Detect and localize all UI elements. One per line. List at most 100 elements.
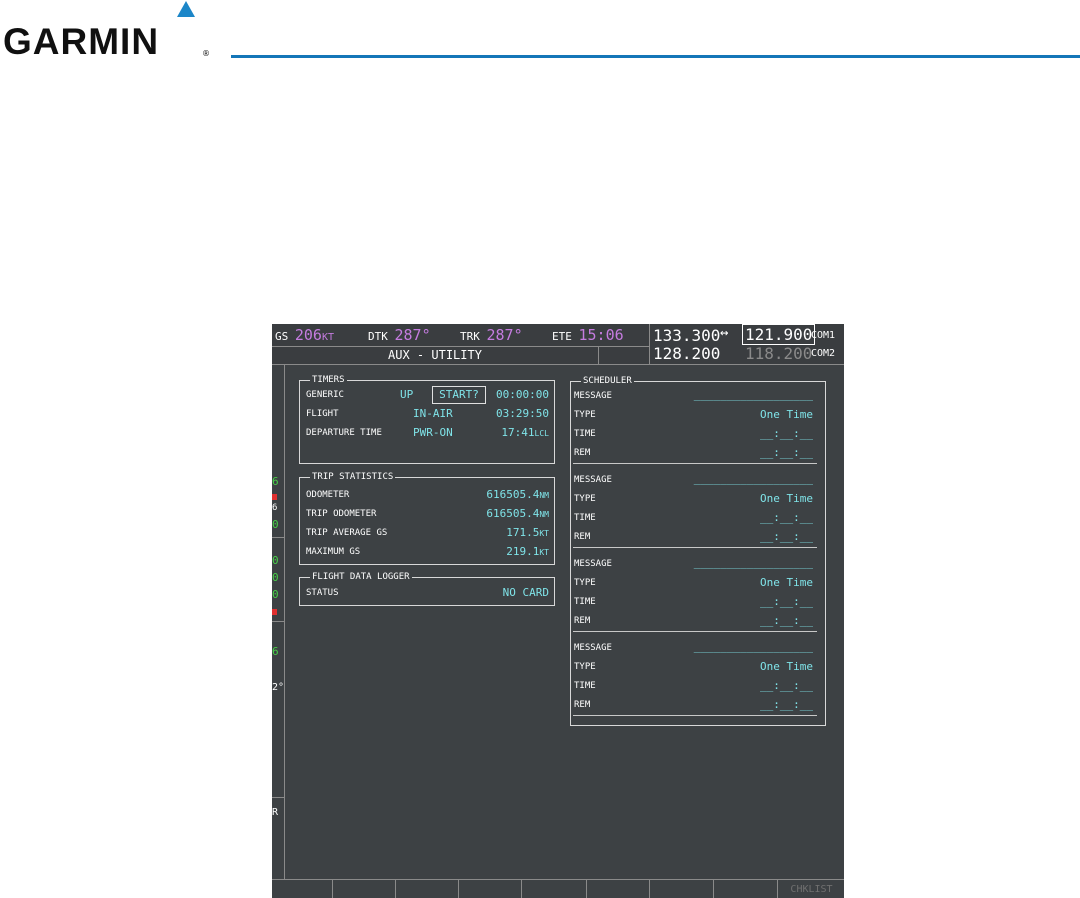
scheduler-rem-value: __:__:__	[760, 698, 813, 711]
softkey-1[interactable]	[272, 880, 332, 898]
generic-timer-label: GENERIC	[306, 390, 344, 400]
com2-standby-frequency[interactable]: 118.200	[745, 344, 812, 363]
title-divider	[598, 346, 599, 364]
garmin-wordmark: GARMIN	[3, 21, 160, 62]
scheduler-time-field[interactable]: __:__:__	[760, 679, 813, 692]
scheduler-box: SCHEDULER MESSAGE __________________ TYP…	[570, 375, 826, 726]
strip-char: R	[272, 807, 279, 818]
softkey-3[interactable]	[395, 880, 459, 898]
scheduler-message-field[interactable]: __________________	[694, 640, 813, 653]
strip-char: 6	[272, 503, 278, 513]
scheduler-message-field[interactable]: __________________	[694, 556, 813, 569]
departure-time-unit: LCL	[534, 429, 549, 438]
trip-odometer-number: 616505.4	[486, 507, 540, 520]
scheduler-message-label: MESSAGE	[574, 559, 612, 569]
scheduler-time-field[interactable]: __:__:__	[760, 427, 813, 440]
scheduler-message-label: MESSAGE	[574, 643, 612, 653]
com1-standby-value[interactable]: 121.900	[742, 324, 816, 345]
softkey-4[interactable]	[458, 880, 522, 898]
softkey-7[interactable]	[649, 880, 714, 898]
scheduler-rem-label: REM	[574, 532, 591, 542]
scheduler-type-label: TYPE	[574, 410, 596, 420]
strip-red-marker	[272, 494, 277, 500]
scheduler-type-field[interactable]: One Time	[760, 576, 813, 589]
scheduler-type-field[interactable]: One Time	[760, 408, 813, 421]
scheduler-message-field[interactable]: __________________	[694, 472, 813, 485]
odometer-value: 616505.4NM	[486, 488, 549, 501]
left-data-strip: 6 6 0 0 0 0 6 2° R	[272, 365, 285, 879]
nav-field-gs: GS 206KT	[275, 326, 334, 344]
scheduler-time-label: TIME	[574, 513, 596, 523]
odometer-unit: NM	[539, 491, 549, 500]
registered-mark: ®	[202, 49, 210, 58]
scheduler-time-label: TIME	[574, 429, 596, 439]
scheduler-type-field[interactable]: One Time	[760, 660, 813, 673]
scheduler-rem-value: __:__:__	[760, 530, 813, 543]
strip-char: 0	[272, 554, 279, 567]
softkey-6[interactable]	[586, 880, 650, 898]
garmin-logo: GARMIN ®	[3, 1, 213, 62]
scheduler-rem-value: __:__:__	[760, 446, 813, 459]
flight-timer-label: FLIGHT	[306, 409, 339, 419]
trip-average-gs-value: 171.5KT	[506, 526, 549, 539]
top-bar: GS 206KT DTK 287° TRK 287° ETE 15:06 AUX…	[272, 324, 844, 365]
strip-char: 0	[272, 518, 279, 531]
scheduler-time-field[interactable]: __:__:__	[760, 595, 813, 608]
scheduler-message-field[interactable]: __________________	[694, 388, 813, 401]
scheduler-divider	[573, 547, 817, 548]
com1-active-frequency[interactable]: 133.300	[653, 326, 720, 345]
scheduler-rem-label: REM	[574, 616, 591, 626]
logger-status-value: NO CARD	[502, 586, 549, 599]
softkey-2[interactable]	[332, 880, 396, 898]
strip-char: 0	[272, 588, 279, 601]
maximum-gs-label: MAXIMUM GS	[306, 547, 361, 557]
softkey-8[interactable]	[713, 880, 778, 898]
scheduler-divider	[573, 631, 817, 632]
scheduler-time-label: TIME	[574, 597, 596, 607]
scheduler-time-label: TIME	[574, 681, 596, 691]
scheduler-type-label: TYPE	[574, 662, 596, 672]
trip-statistics-title: TRIP STATISTICS	[310, 471, 396, 483]
com2-active-frequency[interactable]: 128.200	[653, 344, 720, 363]
scheduler-time-field[interactable]: __:__:__	[760, 511, 813, 524]
generic-timer-mode[interactable]: UP	[400, 388, 413, 401]
softkey-checklist[interactable]: CHKLIST	[777, 880, 844, 898]
com1-standby-frequency[interactable]: 121.900	[742, 324, 816, 345]
softkey-5[interactable]	[521, 880, 587, 898]
strip-char: 6	[272, 645, 279, 658]
strip-divider	[272, 621, 284, 622]
dtk-label: DTK	[368, 330, 388, 343]
maximum-gs-unit: KT	[539, 548, 549, 557]
com-divider	[649, 324, 650, 364]
scheduler-type-label: TYPE	[574, 578, 596, 588]
scheduler-message-label: MESSAGE	[574, 475, 612, 485]
strip-char: 6	[272, 475, 279, 488]
timers-title: TIMERS	[310, 374, 347, 386]
trip-average-gs-unit: KT	[539, 529, 549, 538]
ete-value: 15:06	[578, 326, 624, 344]
page-title: AUX - UTILITY	[388, 348, 482, 362]
header-rule	[231, 55, 1080, 58]
flight-data-logger-box: FLIGHT DATA LOGGER STATUS NO CARD	[299, 571, 555, 606]
scheduler-type-field[interactable]: One Time	[760, 492, 813, 505]
departure-time-mode[interactable]: PWR-ON	[413, 426, 453, 439]
ete-label: ETE	[552, 330, 572, 343]
com2-label: COM2	[811, 348, 836, 359]
nav-field-trk: TRK 287°	[460, 326, 523, 344]
gs-unit: KT	[321, 332, 335, 343]
trk-label: TRK	[460, 330, 480, 343]
maximum-gs-value: 219.1KT	[506, 545, 549, 558]
strip-red-marker	[272, 609, 277, 615]
trip-average-gs-label: TRIP AVERAGE GS	[306, 528, 388, 538]
start-timer-button[interactable]: START?	[432, 386, 486, 404]
departure-time-number: 17:41	[501, 426, 535, 439]
odometer-number: 616505.4	[486, 488, 540, 501]
departure-time-label: DEPARTURE TIME	[306, 428, 382, 438]
timers-box: TIMERS GENERIC UP START? 00:00:00 FLIGHT…	[299, 374, 555, 464]
frequency-swap-icon[interactable]: ↔	[720, 325, 728, 341]
flight-timer-mode[interactable]: IN-AIR	[413, 407, 453, 420]
nav-field-dtk: DTK 287°	[368, 326, 431, 344]
trk-value: 287°	[486, 326, 523, 344]
scheduler-divider	[573, 463, 817, 464]
trip-odometer-label: TRIP ODOMETER	[306, 509, 377, 519]
